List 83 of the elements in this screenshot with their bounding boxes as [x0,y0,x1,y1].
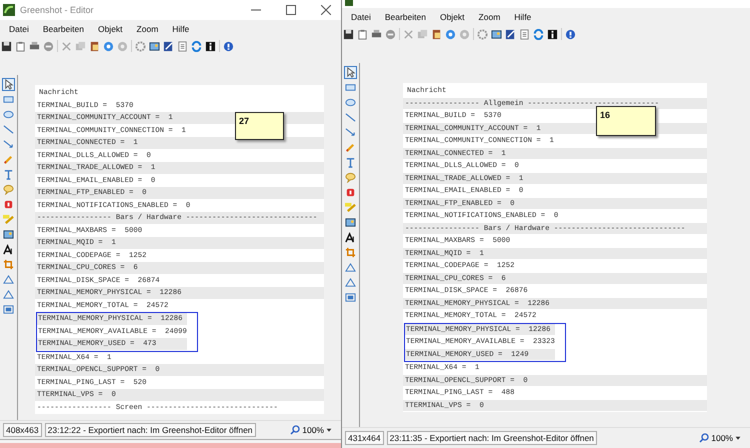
rectangle-icon[interactable] [3,94,14,105]
text-icon[interactable] [345,157,356,168]
document-icon[interactable] [519,28,530,40]
ellipse-icon[interactable] [3,109,14,120]
edit-icon[interactable] [505,28,516,40]
help-icon[interactable] [223,40,234,52]
speech-bubble-icon[interactable] [3,184,14,195]
clipboard-icon[interactable] [357,28,368,40]
minus-circle-icon[interactable] [43,40,54,52]
status-message: 23:12:22 - Exportiert nach: Im Greenshot-Editor öffnen [44,423,256,437]
info-icon[interactable] [547,28,558,40]
menu-item[interactable]: Datei [4,22,34,34]
save-icon[interactable] [343,28,354,40]
help-icon[interactable] [565,28,576,40]
shape-icon[interactable] [345,262,356,273]
font-icon[interactable] [345,232,356,243]
paste-icon[interactable] [89,40,100,52]
resize-icon[interactable] [3,304,14,315]
window-title: Greenshot - Editor [20,5,95,15]
crop-icon[interactable] [3,259,14,270]
printer-icon[interactable] [371,28,382,40]
refresh-icon[interactable] [533,28,544,40]
x-icon[interactable] [61,40,72,52]
speech-bubble-icon[interactable] [345,172,356,183]
highlighter-icon[interactable] [3,214,14,225]
pencil-icon[interactable] [345,142,356,153]
caret-icon [326,427,332,433]
minus-circle-icon[interactable] [385,28,396,40]
counter-icon[interactable] [345,187,356,198]
shape-icon[interactable] [3,274,14,285]
menu-item[interactable]: Bearbeiten [380,10,431,22]
edit-icon[interactable] [163,40,174,52]
app-icon [345,0,353,6]
shape-icon[interactable] [345,277,356,288]
highlighter-icon[interactable] [345,202,356,213]
caret-icon [735,435,741,441]
resize-icon[interactable] [345,292,356,303]
magnifier-icon [290,425,300,435]
magnifier-icon [699,433,710,443]
menu-item[interactable]: Zoom [474,10,506,22]
menu-item[interactable]: Hilfe [167,22,194,34]
shape-icon[interactable] [3,289,14,300]
arrow-icon[interactable] [345,127,356,138]
image-size: 408x463 [3,423,42,437]
pointer-icon[interactable] [3,79,14,90]
image-icon[interactable] [149,40,160,52]
menu-item[interactable]: Objekt [92,22,128,34]
crop-icon[interactable] [345,247,356,258]
text-icon[interactable] [3,169,14,180]
app-icon [3,4,15,16]
x-icon[interactable] [403,28,414,40]
pointer-icon[interactable] [345,67,356,78]
image-icon[interactable] [491,28,502,40]
paste-icon[interactable] [431,28,442,40]
status-message: 23:11:35 - Exportiert nach: Im Greenshot-Editor öffnen [386,431,597,445]
close-icon [321,5,331,15]
zoom-dropdown[interactable]: 100% [699,433,747,443]
rectangle-icon[interactable] [345,82,356,93]
sticky-note: 27 [235,112,284,140]
image-icon[interactable] [345,217,356,228]
counter-icon[interactable] [3,199,14,210]
maximize-icon [286,5,296,15]
font-icon[interactable] [3,244,14,255]
printer-icon[interactable] [29,40,40,52]
image-icon[interactable] [3,229,14,240]
menu-item[interactable]: Bearbeiten [38,22,89,34]
pencil-icon[interactable] [3,154,14,165]
image-size: 431x464 [345,431,384,445]
menu-item[interactable]: Objekt [434,10,470,22]
line-icon[interactable] [345,112,356,123]
arrow-icon[interactable] [3,139,14,150]
menu-item[interactable]: Datei [346,10,376,22]
menu-item[interactable]: Hilfe [509,10,536,22]
document-icon[interactable] [177,40,188,52]
info-icon[interactable] [205,40,216,52]
line-icon[interactable] [3,124,14,135]
sticky-note: 16 [596,106,656,136]
save-icon[interactable] [1,40,12,52]
refresh-icon[interactable] [191,40,202,52]
clipboard-icon[interactable] [15,40,26,52]
zoom-dropdown[interactable]: 100% [290,425,338,435]
ellipse-icon[interactable] [345,97,356,108]
menu-item[interactable]: Zoom [132,22,164,34]
